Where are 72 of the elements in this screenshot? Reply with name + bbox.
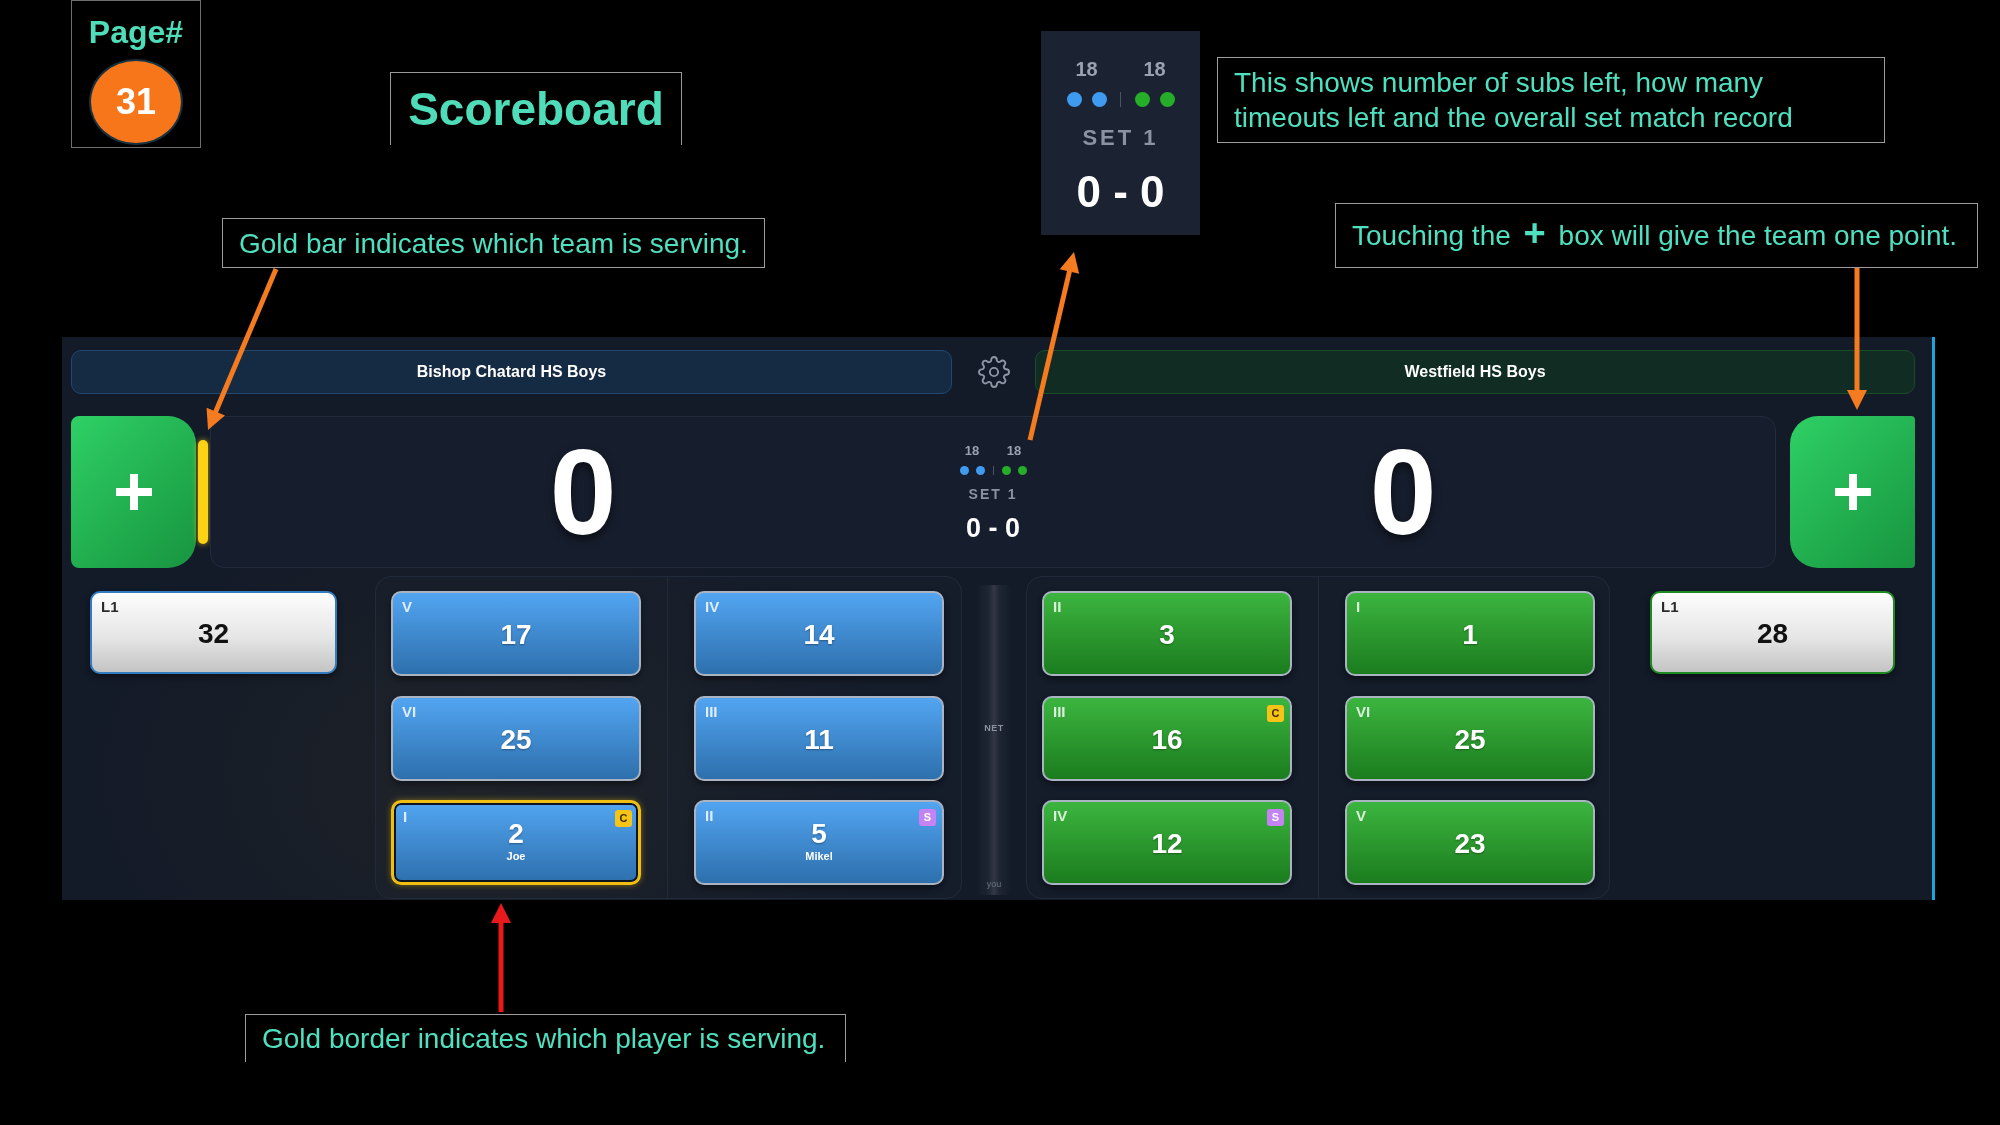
subs-count: 18 xyxy=(1143,57,1166,81)
role-badge: S xyxy=(1267,809,1284,826)
jersey-number: 5 xyxy=(811,818,827,849)
net-label: NET xyxy=(984,723,1004,733)
jersey-number: 25 xyxy=(500,724,532,755)
team-name-bar: Westfield HS Boys xyxy=(1035,350,1915,394)
position-label: III xyxy=(705,702,718,721)
annotation-callout: Gold border indicates which player is serving. xyxy=(245,1014,847,1062)
jersey-number: 3 xyxy=(1159,620,1175,650)
position-label: VI xyxy=(1356,702,1371,721)
jersey-number: 23 xyxy=(1454,829,1486,859)
position-label: III xyxy=(1053,702,1066,721)
page-label: Page# xyxy=(88,14,184,50)
set-label: SET 1 xyxy=(1082,127,1159,149)
player-card[interactable]: VI 25 xyxy=(1345,695,1595,781)
subs-count: 18 xyxy=(964,442,980,458)
team-score: 0 xyxy=(1369,432,1437,552)
team-score: 0 xyxy=(549,432,617,552)
position-label: I xyxy=(403,808,408,826)
position-label: I xyxy=(1356,598,1361,616)
plus-icon xyxy=(115,474,152,510)
set-score: 0 - 0 xyxy=(966,513,1020,542)
subs-count: 18 xyxy=(1075,57,1098,81)
subs-count: 18 xyxy=(1006,442,1022,458)
net-footer-label: you xyxy=(986,879,1002,889)
team-name-bar: Bishop Chatard HS Boys xyxy=(71,350,952,394)
position-label: V xyxy=(402,598,412,616)
player-card[interactable]: II S 5 Mikel xyxy=(694,800,944,885)
annotation-callout: Touching the + box will give the team one point. xyxy=(1335,203,1978,268)
position-label: L1 xyxy=(1661,598,1679,616)
player-name: Mikel xyxy=(805,849,833,863)
set-label: SET 1 xyxy=(968,485,1018,502)
jersey-number: 2 xyxy=(508,818,524,849)
position-label: II xyxy=(705,807,714,825)
jersey-number: 28 xyxy=(1756,619,1789,649)
jersey-number: 17 xyxy=(500,620,532,650)
libero-card[interactable]: L1 28 xyxy=(1650,591,1895,674)
add-point-button[interactable] xyxy=(71,416,196,568)
player-card[interactable]: III C 16 xyxy=(1042,695,1292,781)
settings-icon[interactable] xyxy=(977,356,1010,388)
jersey-number: 25 xyxy=(1454,724,1486,755)
jersey-number: 32 xyxy=(197,619,230,649)
jersey-number: 11 xyxy=(804,724,834,755)
player-card[interactable]: V 17 xyxy=(391,591,641,676)
jersey-number: 12 xyxy=(1151,829,1183,859)
player-name: Joe xyxy=(506,849,526,863)
player-card[interactable]: VI 25 xyxy=(391,695,641,781)
annotation-callout: This shows number of subs left, how many timeouts left and the overall set match record xyxy=(1217,57,1885,143)
player-card[interactable]: II 3 xyxy=(1042,591,1292,676)
position-label: VI xyxy=(402,702,417,721)
role-badge: C xyxy=(1267,704,1284,722)
page-number-badge: 31 xyxy=(89,59,183,145)
jersey-number: 16 xyxy=(1151,724,1183,755)
player-card[interactable]: V 23 xyxy=(1345,800,1595,885)
plus-icon xyxy=(1834,474,1871,510)
player-card[interactable]: IV 14 xyxy=(694,591,944,676)
position-label: L1 xyxy=(101,598,119,616)
position-label: IV xyxy=(705,598,720,616)
role-badge: S xyxy=(919,809,936,826)
libero-card[interactable]: L1 32 xyxy=(90,591,337,674)
position-label: V xyxy=(1356,807,1366,825)
slide-title: Scoreboard xyxy=(390,72,682,145)
jersey-number: 1 xyxy=(1462,620,1478,650)
player-card[interactable]: IV S 12 xyxy=(1042,800,1292,885)
position-label: IV xyxy=(1053,807,1068,825)
player-card[interactable]: III 11 xyxy=(694,695,944,781)
annotation-callout: Gold bar indicates which team is serving. xyxy=(222,218,765,268)
jersey-number: 14 xyxy=(803,620,835,650)
player-card[interactable]: I 1 xyxy=(1345,591,1595,676)
set-score: 0 - 0 xyxy=(1076,169,1165,215)
position-label: II xyxy=(1053,598,1062,616)
add-point-button[interactable] xyxy=(1790,416,1915,568)
